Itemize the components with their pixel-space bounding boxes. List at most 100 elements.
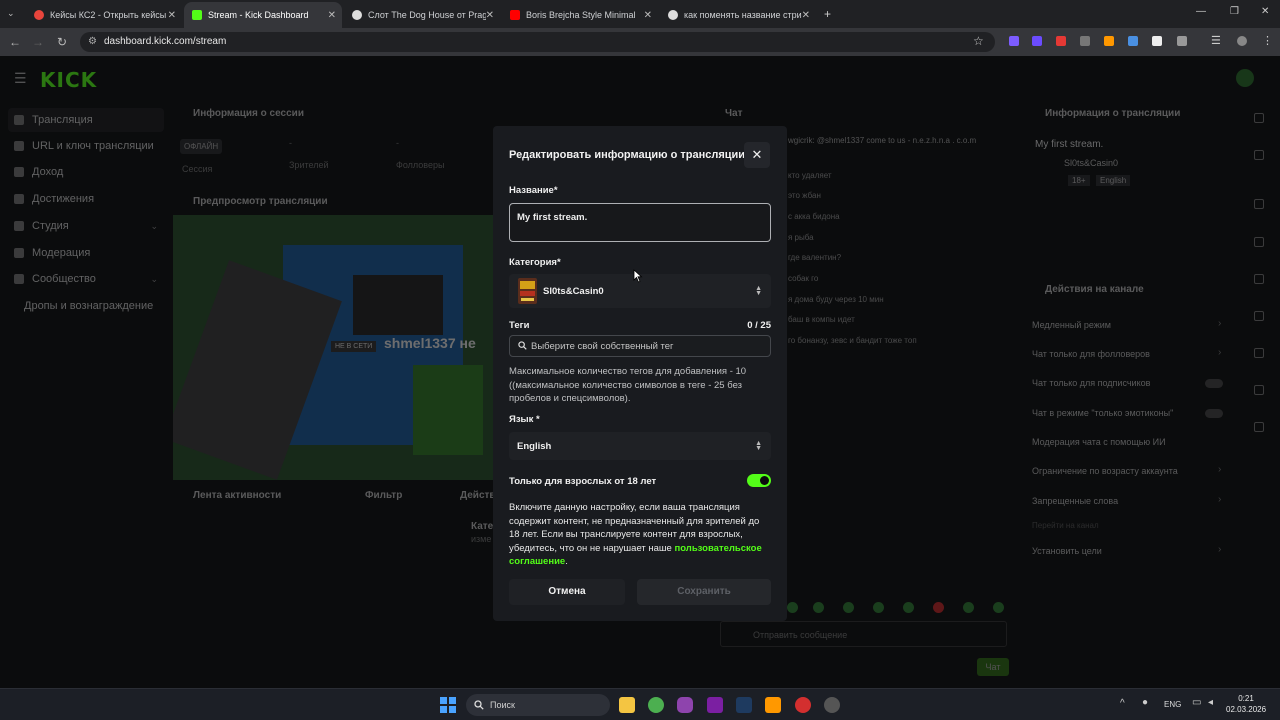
- app-icon[interactable]: [765, 697, 781, 713]
- extension-icon[interactable]: [1080, 36, 1090, 46]
- app-icon[interactable]: [795, 697, 811, 713]
- file-explorer-icon[interactable]: [619, 697, 635, 713]
- extension-icon[interactable]: [1128, 36, 1138, 46]
- browser-tab[interactable]: Boris Brejcha Style Minimal ✕: [502, 2, 658, 28]
- reload-icon[interactable]: ↻: [50, 35, 74, 49]
- emote-icon[interactable]: [787, 602, 798, 613]
- chrome-icon[interactable]: [648, 697, 664, 713]
- browser-tab[interactable]: как поменять название стрим ✕: [660, 2, 816, 28]
- browser-tab[interactable]: Кейсы КС2 - Открыть кейсы С ✕: [26, 2, 182, 28]
- tab-list-icon[interactable]: ⌄: [7, 8, 15, 19]
- close-window-icon[interactable]: ✕: [1261, 6, 1269, 17]
- language-select[interactable]: English ▲ ▼: [509, 432, 771, 460]
- clock[interactable]: 0:21 02.03.2026: [1226, 693, 1266, 715]
- action-set-goals[interactable]: Установить цели: [1032, 546, 1102, 556]
- action-followers-only[interactable]: Чат только для фолловеров: [1032, 349, 1150, 359]
- emote-icon[interactable]: [843, 602, 854, 613]
- sidebar-item-stream[interactable]: Трансляция: [8, 108, 164, 132]
- tab-close-icon[interactable]: ✕: [644, 10, 652, 21]
- bookmark-star-icon[interactable]: ☆: [973, 34, 984, 48]
- rail-icon[interactable]: [1254, 422, 1264, 432]
- rail-icon[interactable]: [1254, 199, 1264, 209]
- sidebar-item-url-key[interactable]: URL и ключ трансляции: [8, 134, 164, 158]
- sidebar-toggle-icon[interactable]: ☰: [1211, 34, 1221, 47]
- tray-chevron-icon[interactable]: ^: [1120, 698, 1125, 709]
- extension-icon[interactable]: [1152, 36, 1162, 46]
- tab-close-icon[interactable]: ✕: [486, 10, 494, 21]
- browser-tab-active[interactable]: Stream - Kick Dashboard ✕: [184, 2, 342, 28]
- new-tab-icon[interactable]: +: [824, 7, 831, 21]
- action-go-to-channel[interactable]: Перейти на канал: [1032, 521, 1099, 530]
- stream-category-preview: Sl0ts&Casin0: [1064, 158, 1119, 168]
- adult-content-toggle[interactable]: [747, 474, 771, 487]
- sidebar-item-community[interactable]: Сообщество ⌄: [8, 267, 164, 291]
- app-icon[interactable]: [824, 697, 840, 713]
- rail-icon[interactable]: [1254, 311, 1264, 321]
- rail-icon[interactable]: [1254, 237, 1264, 247]
- puzzle-icon[interactable]: [1177, 36, 1187, 46]
- action-ai-moderation[interactable]: Модерация чата с помощью ИИ: [1032, 437, 1166, 447]
- tab-close-icon[interactable]: ✕: [168, 10, 176, 21]
- maximize-icon[interactable]: ❐: [1230, 6, 1239, 17]
- taskbar-search[interactable]: Поиск: [466, 694, 610, 716]
- steam-icon[interactable]: [736, 697, 752, 713]
- stream-preview[interactable]: НЕ В СЕТИ shmel1337 не: [173, 215, 493, 480]
- url-field[interactable]: ⚙ dashboard.kick.com/stream: [80, 32, 995, 52]
- more-menu-icon[interactable]: ⋮: [1262, 34, 1273, 47]
- action-banned-words[interactable]: Запрещенные слова: [1032, 496, 1118, 506]
- action-slow-mode[interactable]: Медленный режим: [1032, 320, 1111, 330]
- sidebar-item-achievements[interactable]: Достижения: [8, 187, 164, 211]
- profile-icon[interactable]: [1237, 36, 1247, 46]
- network-icon[interactable]: ▭: [1192, 697, 1201, 708]
- tab-close-icon[interactable]: ✕: [328, 10, 336, 21]
- filter-button[interactable]: Фильтр: [365, 490, 402, 501]
- extension-icon[interactable]: [1009, 36, 1019, 46]
- emote-icon[interactable]: [933, 602, 944, 613]
- action-age-restriction[interactable]: Ограничение по возрасту аккаунта: [1032, 466, 1178, 476]
- rail-icon[interactable]: [1254, 348, 1264, 358]
- emote-icon[interactable]: [873, 602, 884, 613]
- hamburger-menu-icon[interactable]: ☰: [14, 70, 27, 87]
- app-icon[interactable]: [707, 697, 723, 713]
- rail-icon[interactable]: [1254, 150, 1264, 160]
- chat-message: я рыба: [788, 233, 814, 242]
- sidebar-item-drops[interactable]: Дропы и вознаграждение: [8, 294, 164, 318]
- minimize-icon[interactable]: —: [1196, 6, 1206, 17]
- input-language[interactable]: ENG: [1164, 700, 1181, 709]
- emote-icon[interactable]: [813, 602, 824, 613]
- emote-icon[interactable]: [993, 602, 1004, 613]
- tab-close-icon[interactable]: ✕: [802, 10, 810, 21]
- extension-icon[interactable]: [1032, 36, 1042, 46]
- kick-logo[interactable]: KICK: [40, 68, 97, 92]
- site-info-icon[interactable]: ⚙: [88, 32, 97, 52]
- tags-search-input[interactable]: [531, 338, 766, 354]
- sidebar-item-studio[interactable]: Студия ⌄: [8, 214, 164, 238]
- chat-input[interactable]: Отправить сообщение: [720, 621, 1007, 647]
- wallet-icon: [14, 167, 24, 177]
- rail-icon[interactable]: [1254, 274, 1264, 284]
- extension-icon[interactable]: [1056, 36, 1066, 46]
- app-icon[interactable]: [677, 697, 693, 713]
- cancel-button[interactable]: Отмена: [509, 579, 625, 605]
- mic-icon[interactable]: ●: [1142, 697, 1148, 708]
- sidebar-item-moderation[interactable]: Модерация: [8, 241, 164, 265]
- subscribers-only-toggle[interactable]: [1205, 379, 1223, 388]
- back-icon[interactable]: ←: [3, 35, 27, 49]
- sidebar-item-income[interactable]: Доход: [8, 160, 164, 184]
- browser-tab[interactable]: Слот The Dog House от Pragm ✕: [344, 2, 500, 28]
- close-icon[interactable]: ✕: [744, 142, 770, 168]
- windows-start-icon[interactable]: [440, 697, 456, 713]
- forward-icon[interactable]: →: [26, 35, 50, 49]
- stream-title-input[interactable]: My first stream.: [509, 203, 771, 242]
- extension-icon[interactable]: [1104, 36, 1114, 46]
- avatar[interactable]: [1236, 69, 1254, 87]
- save-button[interactable]: Сохранить: [637, 579, 771, 605]
- rail-icon[interactable]: [1254, 113, 1264, 123]
- volume-icon[interactable]: ◂: [1208, 697, 1213, 708]
- emote-icon[interactable]: [963, 602, 974, 613]
- emote-icon[interactable]: [903, 602, 914, 613]
- rail-icon[interactable]: [1254, 385, 1264, 395]
- tags-field[interactable]: [509, 335, 771, 357]
- chat-send-button[interactable]: Чат: [977, 658, 1009, 676]
- emote-only-toggle[interactable]: [1205, 409, 1223, 418]
